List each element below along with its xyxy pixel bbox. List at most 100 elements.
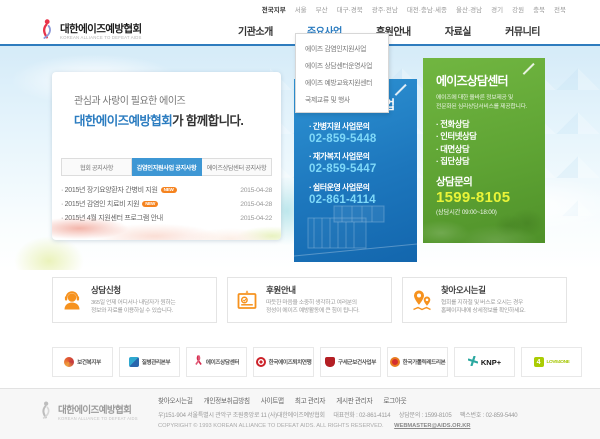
dropdown-item-international[interactable]: 국제교류 및 행사 bbox=[296, 90, 388, 107]
footer-tel: 대표전화 : 02-861-4114 bbox=[333, 413, 390, 419]
notice-item[interactable]: · 2015년 장기요양환자 간병비 지원 NEW 2015-04-28 bbox=[61, 183, 272, 197]
red-ribbon-icon bbox=[194, 353, 203, 371]
partner-knp[interactable]: KNP+ bbox=[454, 347, 515, 377]
partner-catholic-red-ribbon[interactable]: 한국가톨릭레드리본 bbox=[387, 347, 448, 377]
footer-logo[interactable]: 대한에이즈예방협회 KOREAN ALLIANCE TO DEFEAT AIDS bbox=[38, 400, 138, 426]
quick-box-text: 상담신청 365일 언제 어디서나 내담자가 원하는 정보와 자료를 이용하실 … bbox=[91, 284, 175, 315]
support-item-label: · 간병지원 사업문의 bbox=[309, 121, 417, 132]
region-link[interactable]: 충북 bbox=[533, 4, 545, 14]
tab-counsel-center-notice[interactable]: 에이즈상담센터 공지사항 bbox=[202, 158, 272, 176]
counsel-panel-title: 에이즈상담센터 bbox=[436, 72, 532, 89]
red-ribbon-circle-icon bbox=[390, 357, 400, 367]
partner-salvation-army[interactable]: 구세군보건사업부 bbox=[320, 347, 381, 377]
kaids-logo-icon bbox=[256, 357, 266, 367]
region-link[interactable]: 전북 bbox=[554, 4, 566, 14]
notice-date: 2015-04-28 bbox=[240, 201, 272, 208]
dropdown-item-infected-support[interactable]: 에이즈 감염인지원사업 bbox=[296, 39, 388, 56]
dropdown-item-education-center[interactable]: 에이즈 예방교육지원센터 bbox=[296, 73, 388, 90]
webmaster-email-link[interactable]: WEBMASTER@AIDS.OR.KR bbox=[394, 423, 470, 429]
notice-item[interactable]: · 2015년 감염인 치료비 지원 NEW 2015-04-28 bbox=[61, 197, 272, 211]
donation-icon bbox=[228, 288, 266, 312]
region-link[interactable]: 서울 bbox=[295, 4, 307, 14]
notice-title: · 2015년 장기요양환자 간병비 지원 bbox=[61, 185, 158, 195]
top-utility-bar: 전국지부 서울 부산 대구·경북 광주·전남 대전·충남·세종 울산·경남 경기… bbox=[0, 0, 600, 15]
footer-fax: 팩스번호 : 02-859-5440 bbox=[460, 413, 518, 419]
quick-box-desc: 따듯한 마음을 소중히 생각하고 여러분의 정성이 에이즈 예방활동에 큰 힘이… bbox=[266, 299, 359, 316]
counsel-service-item: · 집단상담 bbox=[436, 155, 532, 167]
nav-item-resources[interactable]: 자료실 bbox=[445, 23, 471, 38]
notice-card: 관심과 사랑이 필요한 에이즈 대한에이즈예방협회가 함께합니다. 협회 공지사… bbox=[52, 72, 281, 240]
notice-date: 2015-04-28 bbox=[240, 187, 272, 194]
quick-box-donation[interactable]: 후원안내 따듯한 마음을 소중히 생각하고 여러분의 정성이 에이즈 예방활동에… bbox=[227, 277, 392, 323]
quick-box-text: 찾아오시는길 협회를 지하철 및 버스로 오시는 경우 홈페이지내에 상세정보를… bbox=[441, 284, 525, 315]
footer-link-sitemap[interactable]: 사이트맵 bbox=[261, 395, 284, 405]
support-item-phone: 02-859-5448 bbox=[309, 132, 417, 146]
hero-slogan-line2: 대한에이즈예방협회가 함께합니다. bbox=[74, 110, 259, 129]
copyright-text: COPYRIGHT © 1993 KOREAN ALLIANCE TO DEFE… bbox=[158, 423, 384, 429]
partner-aids-counsel-center[interactable]: 에이즈상담센터 bbox=[186, 347, 247, 377]
footer-address: 우)151-904 서울특별시 관악구 조원중앙로 11 (사)대한에이즈예방협… bbox=[158, 413, 325, 419]
quick-box-title: 상담신청 bbox=[91, 284, 175, 296]
partner-love4one[interactable]: 4 LOVE4ONE bbox=[521, 347, 582, 377]
region-links: 전국지부 서울 부산 대구·경북 광주·전남 대전·충남·세종 울산·경남 경기… bbox=[262, 4, 566, 14]
counsel-service-list: · 전화상담 · 인터넷상담 · 대면상담 · 집단상담 bbox=[436, 118, 532, 168]
brand-name: 대한에이즈예방협회 bbox=[60, 24, 142, 35]
dropdown-item-counsel-center[interactable]: 에이즈 상담센터운영사업 bbox=[296, 56, 388, 73]
knp-logo-icon bbox=[468, 353, 478, 371]
main-nav: 기관소개 주요사업 후원안내 자료실 커뮤니티 bbox=[238, 23, 540, 38]
footer-link-logout[interactable]: 로그아웃 bbox=[383, 395, 406, 405]
hero-slogan-line1: 관심과 사랑이 필요한 에이즈 bbox=[74, 92, 259, 107]
nav-item-community[interactable]: 커뮤니티 bbox=[505, 23, 540, 38]
footer-brand-name: 대한에이즈예방협회 bbox=[58, 406, 138, 416]
partner-logo-strip: 보건복지부 질병관리본부 에이즈상담센터 한국에이즈퇴치연맹 구세군보건사업부 … bbox=[52, 347, 582, 377]
kcdc-logo-icon bbox=[129, 357, 139, 367]
quick-box-directions[interactable]: 찾아오시는길 협회를 지하철 및 버스로 오시는 경우 홈페이지내에 상세정보를… bbox=[402, 277, 567, 323]
partner-mohw[interactable]: 보건복지부 bbox=[52, 347, 113, 377]
programs-dropdown-menu: 에이즈 감염인지원사업 에이즈 상담센터운영사업 에이즈 예방교육지원센터 국제… bbox=[295, 33, 389, 113]
logo[interactable]: 대한에이즈예방협회 KOREAN ALLIANCE TO DEFEAT AIDS bbox=[38, 18, 142, 46]
tab-association-notice[interactable]: 협회 공지사항 bbox=[61, 158, 132, 176]
partner-kcdc[interactable]: 질병관리본부 bbox=[119, 347, 180, 377]
support-item-phone: 02-861-4114 bbox=[309, 193, 417, 207]
ribbon-logo-icon bbox=[38, 18, 55, 46]
map-pin-icon bbox=[403, 288, 441, 312]
aids-counsel-panel[interactable]: 에이즈상담센터 에이즈에 대한 올바른 정보제공 및 전문화된 심리상담서비스를… bbox=[423, 58, 545, 243]
support-item-label: · 재가복지 사업문의 bbox=[309, 151, 417, 162]
shield-icon bbox=[325, 357, 335, 367]
new-badge: NEW bbox=[161, 187, 177, 194]
love4one-logo-icon: 4 bbox=[534, 357, 544, 367]
notice-tabs: 협회 공지사항 감염인지원사업 공지사항 에이즈상담센터 공지사항 bbox=[61, 158, 272, 176]
counsel-panel-desc: 에이즈에 대한 올바른 정보제공 및 전문화된 심리상담서비스를 제공합니다. bbox=[436, 94, 532, 112]
region-link[interactable]: 대구·경북 bbox=[337, 4, 363, 14]
region-link[interactable]: 강원 bbox=[512, 4, 524, 14]
nav-item-about[interactable]: 기관소개 bbox=[238, 23, 273, 38]
footer: 대한에이즈예방협회 KOREAN ALLIANCE TO DEFEAT AIDS… bbox=[0, 388, 600, 439]
footer-link-directions[interactable]: 찾아오시는길 bbox=[158, 395, 193, 405]
tab-infected-support-notice[interactable]: 감염인지원사업 공지사항 bbox=[132, 158, 202, 176]
region-link[interactable]: 부산 bbox=[316, 4, 328, 14]
region-link[interactable]: 광주·전남 bbox=[372, 4, 398, 14]
footer-copyright-line: COPYRIGHT © 1993 KOREAN ALLIANCE TO DEFE… bbox=[158, 423, 576, 429]
new-badge: NEW bbox=[142, 201, 158, 208]
region-link-all[interactable]: 전국지부 bbox=[262, 4, 286, 14]
footer-brand-name-en: KOREAN ALLIANCE TO DEFEAT AIDS bbox=[58, 416, 138, 421]
hero-slogan-rest: 가 함께합니다. bbox=[172, 114, 243, 128]
quick-box-text: 후원안내 따듯한 마음을 소중히 생각하고 여러분의 정성이 에이즈 예방활동에… bbox=[266, 284, 359, 315]
counsel-contact-label: 상담문의 bbox=[436, 174, 532, 189]
partner-kaids[interactable]: 한국에이즈퇴치연맹 bbox=[253, 347, 314, 377]
watercolor-blob bbox=[14, 236, 84, 270]
mohw-logo-icon bbox=[64, 357, 74, 367]
footer-link-super-admin[interactable]: 최고 관리자 bbox=[295, 395, 325, 405]
quick-box-title: 찾아오시는길 bbox=[441, 284, 525, 296]
footer-link-board-admin[interactable]: 게시판 관리자 bbox=[336, 395, 372, 405]
footer-address-line: 우)151-904 서울특별시 관악구 조원중앙로 11 (사)대한에이즈예방협… bbox=[158, 410, 576, 419]
notice-title: · 2015년 감염인 치료비 지원 bbox=[61, 199, 139, 209]
footer-link-privacy[interactable]: 개인정보취급방침 bbox=[204, 395, 250, 405]
region-link[interactable]: 울산·경남 bbox=[456, 4, 482, 14]
quick-box-counsel-apply[interactable]: 상담신청 365일 언제 어디서나 내담자가 원하는 정보와 자료를 이용하실 … bbox=[52, 277, 217, 323]
counsel-service-item: · 인터넷상담 bbox=[436, 130, 532, 142]
footer-links: 찾아오시는길 개인정보취급방침 사이트맵 최고 관리자 게시판 관리자 로그아웃 bbox=[158, 395, 576, 405]
region-link[interactable]: 대전·충남·세종 bbox=[407, 4, 447, 14]
support-item-label: · 쉼터운영 사업문의 bbox=[309, 182, 417, 193]
region-link[interactable]: 경기 bbox=[491, 4, 503, 14]
